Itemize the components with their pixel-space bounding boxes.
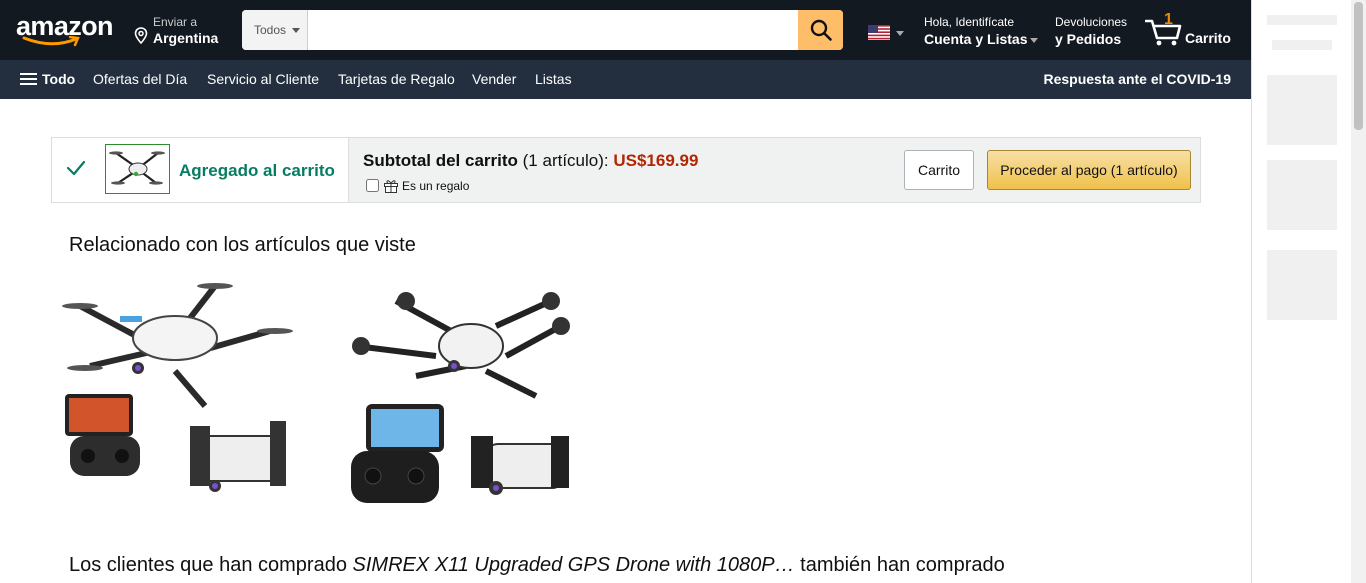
gift-checkbox[interactable] (366, 179, 379, 192)
cart-icon (1145, 19, 1182, 46)
account-lists[interactable]: Hola, Identifícate Cuenta y Listas (924, 15, 1039, 47)
hamburger-icon (20, 72, 37, 86)
caret-down-icon (292, 27, 301, 33)
drone-product-image (62, 283, 293, 492)
added-confirmation: Agregado al carrito (52, 138, 349, 202)
related-product-image[interactable] (346, 276, 579, 508)
cart-subtotal: Subtotal del carrito (1 artículo): US$16… (363, 151, 698, 171)
added-to-cart-bar: Agregado al carrito Subtotal del carrito… (51, 137, 1201, 203)
search-icon (810, 19, 832, 41)
cart-link[interactable]: 1 Carrito (1145, 11, 1235, 48)
subtotal-count: (1 artículo): (517, 151, 614, 170)
orders-label: y Pedidos (1055, 31, 1122, 47)
nav-link-sell[interactable]: Vender (472, 71, 516, 87)
skeleton-block (1267, 75, 1337, 145)
amazon-logo[interactable]: amazon (16, 12, 118, 50)
caret-down-icon (896, 31, 904, 36)
drone-product-image (351, 292, 570, 503)
covid-link[interactable]: Respuesta ante el COVID-19 (1043, 71, 1231, 87)
search-category-label: Todos (254, 23, 287, 37)
us-flag-icon (868, 25, 890, 40)
cart-item-thumbnail[interactable] (105, 144, 170, 194)
proceed-to-checkout-button[interactable]: Proceder al pago (1 artículo) (987, 150, 1191, 190)
also-bought-product-name: SIMREX X11 Upgraded GPS Drone with 1080P… (352, 554, 795, 576)
drone-image (109, 151, 165, 185)
subtotal-price: US$169.99 (613, 151, 699, 170)
nav-link-customer-service[interactable]: Servicio al Cliente (207, 71, 319, 87)
also-bought-prefix: Los clientes que han comprado (69, 554, 353, 576)
deliver-country: Argentina (153, 30, 219, 46)
gift-label: Es un regalo (402, 178, 470, 193)
also-bought-heading: Los clientes que han comprado SIMREX X11… (69, 554, 1005, 577)
all-menu-label: Todo (42, 71, 76, 87)
smile-arrow-icon (22, 36, 80, 47)
gift-icon (384, 180, 398, 193)
skeleton-line (1267, 15, 1337, 25)
go-to-cart-button[interactable]: Carrito (904, 150, 974, 190)
search-button[interactable] (798, 10, 843, 50)
related-heading: Relacionado con los artículos que viste (69, 234, 416, 256)
amazon-cart-page: amazon Enviar a Argentina Todos Hola, Id… (0, 0, 1366, 583)
location-pin-icon (134, 27, 148, 44)
top-nav: amazon Enviar a Argentina Todos Hola, Id… (0, 0, 1251, 60)
checkmark-icon (66, 160, 86, 176)
account-label: Cuenta y Listas (924, 31, 1028, 47)
account-greeting: Hola, Identifícate (924, 15, 1015, 29)
secondary-nav: Todo Ofertas del Día Servicio al Cliente… (0, 60, 1251, 99)
search-input[interactable] (308, 10, 798, 50)
returns-label: Devoluciones (1055, 15, 1128, 29)
nav-link-deals[interactable]: Ofertas del Día (93, 71, 187, 87)
gift-option[interactable]: Es un regalo (366, 178, 469, 193)
page-scrollbar[interactable] (1351, 0, 1366, 583)
related-product-image[interactable] (60, 276, 293, 508)
caret-down-icon (1030, 37, 1039, 43)
cart-summary: Subtotal del carrito (1 artículo): US$16… (349, 138, 1200, 202)
subtotal-label: Subtotal del carrito (363, 151, 518, 170)
scrollbar-thumb[interactable] (1354, 2, 1363, 130)
all-menu-button[interactable]: Todo (20, 71, 75, 87)
returns-orders[interactable]: Devoluciones y Pedidos (1055, 15, 1127, 47)
skeleton-line (1272, 40, 1332, 50)
nav-link-gift-cards[interactable]: Tarjetas de Regalo (338, 71, 455, 87)
language-selector[interactable] (868, 25, 904, 41)
skeleton-block (1267, 160, 1337, 230)
added-status-text: Agregado al carrito (179, 161, 335, 180)
also-bought-suffix: también han comprado (794, 554, 1005, 576)
cart-label: Carrito (1185, 30, 1231, 46)
nav-link-lists[interactable]: Listas (535, 71, 572, 87)
deliver-line1: Enviar a (153, 15, 198, 29)
search-bar: Todos (242, 10, 843, 50)
right-side-panel (1251, 0, 1366, 583)
search-category-select[interactable]: Todos (242, 10, 308, 50)
skeleton-block (1267, 250, 1337, 320)
